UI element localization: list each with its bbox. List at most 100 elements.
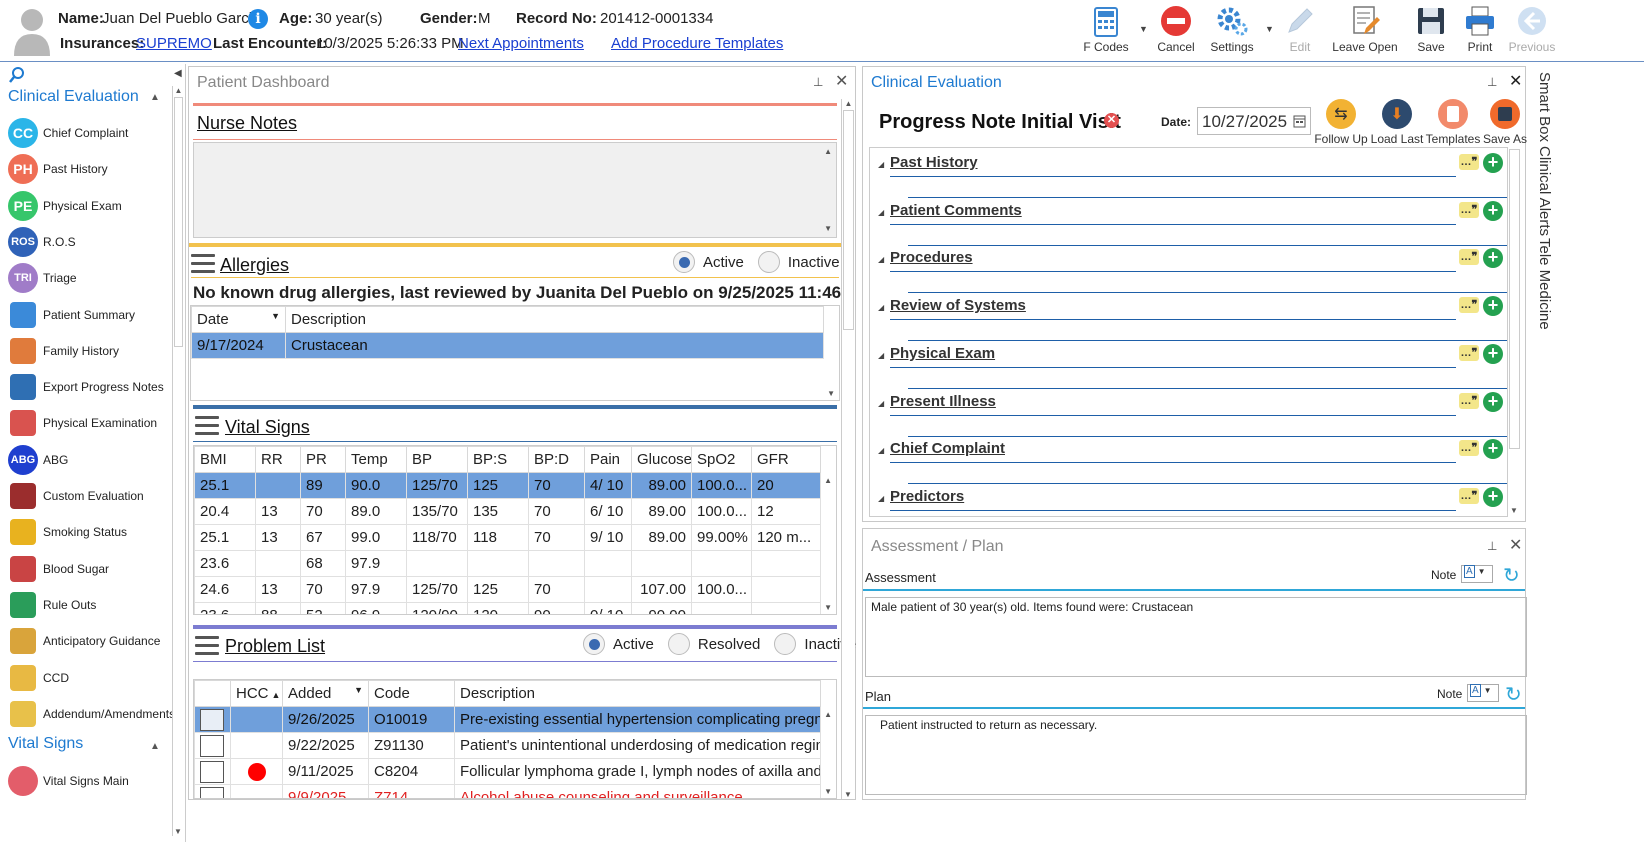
section-vital-signs[interactable]: Vital Signs [8,735,83,753]
column-header-bp[interactable]: BP [406,446,468,473]
dashboard-scrollbar[interactable]: ▲ ▼ [841,99,855,799]
row-checkbox[interactable] [200,734,224,757]
quote-icon[interactable]: …❞ [1459,487,1479,504]
section-field-line[interactable] [908,292,1508,294]
sidebar-item-patient-summary[interactable]: Patient Summary [8,298,173,332]
section-title[interactable]: Past History [890,154,978,171]
row-checkbox[interactable] [200,708,224,731]
add-icon[interactable]: + [1483,200,1503,221]
cancel-button[interactable]: Cancel [1146,4,1206,60]
section-field-line[interactable] [908,340,1508,342]
scroll-thumb[interactable] [174,97,183,347]
allergies-inactive-radio[interactable]: Inactive [757,251,840,273]
sidebar-item-blood-sugar[interactable]: Blood Sugar [8,552,173,586]
allergies-active-radio[interactable]: Active [673,251,744,273]
table-row[interactable]: 25.1 13 67 99.0 118/70 118 70 9/ 10 89.00 99.00% 1… [194,524,821,551]
sidebar-scrollbar[interactable]: ▲ ▼ [172,86,184,836]
templates-button[interactable]: Templates [1425,99,1481,146]
table-row[interactable]: 9/22/2025 Z91130 Patient's unintentional u… [194,732,821,759]
column-header-bp-s[interactable]: BP:S [467,446,529,473]
table-row[interactable]: 9/9/2025 Z714 Alcohol abuse counseling and… [194,784,821,798]
close-icon[interactable]: ✕ [835,71,848,91]
quote-icon[interactable]: …❞ [1459,249,1479,266]
scroll-up-icon[interactable]: ▲ [173,86,184,95]
column-header-select[interactable] [194,680,231,707]
nurse-notes-textarea[interactable]: ▲ ▼ [193,142,837,238]
section-field-line[interactable] [908,197,1508,198]
section-title[interactable]: Chief Complaint [890,440,1005,457]
column-header-hcc[interactable]: HCC ▲ [230,680,283,707]
scroll-down-icon[interactable]: ▼ [173,827,183,836]
expand-triangle-icon[interactable]: ◢ [878,351,884,360]
sidebar-item-custom-evaluation[interactable]: Custom Evaluation [8,479,173,513]
table-row[interactable]: 23.6 68 97.9 [194,550,821,577]
quote-icon[interactable]: …❞ [1459,440,1479,457]
scroll-down-icon[interactable]: ▼ [1508,506,1520,515]
scroll-thumb[interactable] [1509,149,1520,449]
scroll-down-icon[interactable]: ▼ [824,787,832,796]
info-icon[interactable]: i [248,9,268,29]
assessment-textarea[interactable]: Male patient of 30 year(s) old. Items fo… [865,597,1527,677]
quote-icon[interactable]: …❞ [1459,344,1479,361]
scroll-up-icon[interactable]: ▲ [824,147,832,156]
follow-up-button[interactable]: ⇆ Follow Up [1313,99,1369,146]
search-icon[interactable] [8,66,26,84]
row-checkbox[interactable] [200,760,224,783]
column-header-code[interactable]: Code [368,680,455,707]
date-field[interactable]: 10/27/2025 [1197,107,1311,135]
section-clinical-evaluation[interactable]: Clinical Evaluation [8,88,139,106]
column-header-bp-d[interactable]: BP:D [528,446,585,473]
column-header-added[interactable]: Added ▼ [282,680,369,707]
problems-active-radio[interactable]: Active [583,633,654,655]
refresh-icon[interactable]: ↻ [1503,563,1520,588]
section-field-line[interactable] [908,244,1508,246]
section-title[interactable]: Predictors [890,488,964,505]
tab-clinical-alerts[interactable]: Clinical Alerts [1536,146,1553,236]
section-title[interactable]: Procedures [890,249,973,266]
scroll-down-icon[interactable]: ▼ [827,389,835,398]
expand-triangle-icon[interactable]: ◢ [878,446,884,455]
expand-triangle-icon[interactable]: ◢ [878,494,884,503]
add-icon[interactable]: + [1483,296,1503,317]
column-header-pain[interactable]: Pain [584,446,632,473]
f-codes-button[interactable]: F Codes [1076,4,1136,60]
sidebar-item-r-o-s[interactable]: ROS R.O.S [8,225,173,259]
sidebar-item-export-progress-notes[interactable]: Export Progress Notes [8,370,173,404]
sidebar-item-chief-complaint[interactable]: CC Chief Complaint [8,116,173,150]
edit-button[interactable]: Edit [1270,4,1330,60]
load-last-button[interactable]: ⬇ Load Last [1369,99,1425,146]
refresh-icon[interactable]: ↻ [1505,682,1522,707]
problems-resolved-radio[interactable]: Resolved [667,633,760,655]
add-icon[interactable]: + [1483,153,1503,173]
remove-note-icon[interactable]: ✕ [1104,113,1119,128]
column-header-date[interactable]: Date ▼ [191,306,286,333]
expand-triangle-icon[interactable]: ◢ [878,208,884,217]
menu-icon[interactable] [195,416,219,436]
table-row[interactable]: 9/26/2025 O10019 Pre-existing essential hy… [194,706,821,733]
quote-icon[interactable]: …❞ [1459,297,1479,314]
column-header-description[interactable]: Description [285,306,824,333]
quote-icon[interactable]: …❞ [1459,201,1479,218]
pin-icon[interactable]: ⊥ [813,75,823,89]
close-icon[interactable]: ✕ [1509,71,1522,91]
column-header-description[interactable]: Description [454,680,821,707]
quote-icon[interactable]: …❞ [1459,392,1479,409]
chevron-up-icon[interactable]: ▲ [150,92,160,103]
add-procedure-templates-link[interactable]: Add Procedure Templates [611,35,783,52]
section-field-line[interactable] [908,435,1508,437]
column-header-temp[interactable]: Temp [345,446,407,473]
expand-triangle-icon[interactable]: ◢ [878,255,884,264]
sidebar-item-abg[interactable]: ABG ABG [8,443,173,477]
column-header-bmi[interactable]: BMI [194,446,256,473]
sidebar-item-anticipatory-guidance[interactable]: Anticipatory Guidance [8,624,173,658]
column-header-glucose[interactable]: Glucose [631,446,692,473]
sidebar-item-rule-outs[interactable]: Rule Outs [8,588,173,622]
section-field-line[interactable] [908,483,1508,485]
sidebar-item-physical-examination[interactable]: Physical Examination [8,406,173,440]
print-button[interactable]: Print [1450,4,1510,60]
collapse-sidebar-icon[interactable]: ◀ [174,68,182,79]
pin-icon[interactable]: ⊥ [1487,539,1497,553]
sidebar-item-vital-signs-main[interactable]: Vital Signs Main [8,764,173,798]
scroll-down-icon[interactable]: ▼ [824,224,832,233]
sidebar-item-ccd[interactable]: CCD [8,661,173,695]
